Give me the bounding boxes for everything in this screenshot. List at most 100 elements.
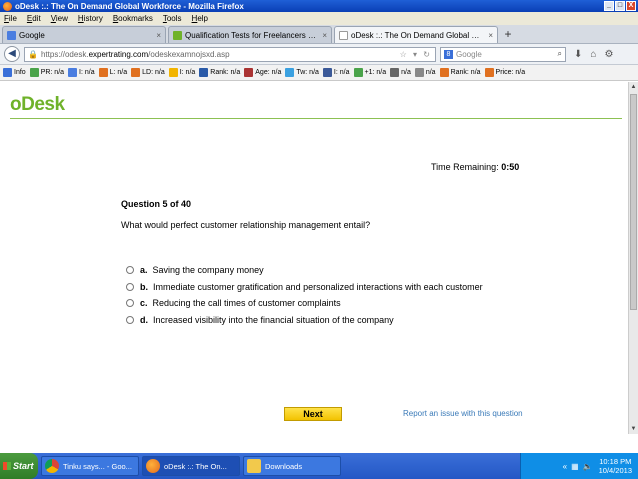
option-text: Reducing the call times of customer comp… xyxy=(152,298,341,309)
windows-taskbar: Start Tinku says... - Goo... oDesk :.: T… xyxy=(0,453,638,479)
google-favicon-icon xyxy=(7,30,16,40)
google-search-icon: 8 xyxy=(444,49,453,59)
tab-close-icon[interactable]: × xyxy=(488,31,493,40)
seo-item[interactable]: +1: n/a xyxy=(353,68,387,77)
tray-expand-icon[interactable]: « xyxy=(563,462,567,471)
new-tab-button[interactable]: + xyxy=(500,27,516,43)
tab-google[interactable]: Google × xyxy=(2,26,166,43)
bookmark-star-icon[interactable]: ☆ ▾ ↻ xyxy=(400,50,432,59)
scrollbar-thumb[interactable] xyxy=(630,94,637,310)
menu-help[interactable]: Help xyxy=(192,14,208,23)
seo-label: Info xyxy=(14,69,26,76)
seo-item[interactable]: Info xyxy=(3,68,26,77)
radio-button[interactable] xyxy=(126,315,134,324)
timer-value: 0:50 xyxy=(501,162,520,172)
firefox-icon xyxy=(3,1,12,11)
next-button[interactable]: Next xyxy=(284,407,342,421)
close-window-button[interactable]: X xyxy=(626,1,636,11)
menu-view[interactable]: View xyxy=(51,14,68,23)
seo-item[interactable]: Price: n/a xyxy=(484,68,525,77)
seo-metric-icon xyxy=(68,68,78,77)
radio-button[interactable] xyxy=(126,299,134,308)
window-titlebar: oDesk :.: The On Demand Global Workforce… xyxy=(0,0,638,12)
menu-file[interactable]: File xyxy=(4,14,17,23)
seo-item[interactable]: n/a xyxy=(390,68,411,77)
task-label: Downloads xyxy=(265,461,303,471)
taskbar-item-chrome[interactable]: Tinku says... - Goo... xyxy=(41,456,139,476)
window-controls: _ □ X xyxy=(604,1,636,11)
menu-bookmarks[interactable]: Bookmarks xyxy=(113,14,153,23)
download-icon[interactable]: ⬇ xyxy=(574,49,582,60)
seo-label: +1: n/a xyxy=(364,69,387,76)
option-text: Increased visibility into the financial … xyxy=(153,314,394,325)
scroll-down-arrow-icon[interactable]: ▼ xyxy=(629,424,638,434)
back-button[interactable]: ◀ xyxy=(4,46,20,62)
tab-label: oDesk :.: The On Demand Global Wor... xyxy=(351,30,486,40)
seo-label: PR: n/a xyxy=(40,69,65,76)
radio-button[interactable] xyxy=(126,266,134,275)
vertical-scrollbar[interactable]: ▲ ▼ xyxy=(628,82,638,434)
seo-label: I: n/a xyxy=(79,69,95,76)
tab-qualification-tests[interactable]: Qualification Tests for Freelancers & Pr… xyxy=(168,26,332,43)
search-icon[interactable]: ⌕ xyxy=(558,49,562,59)
firefox-icon xyxy=(146,459,160,473)
timer-label: Time Remaining: xyxy=(431,162,499,172)
minimize-button[interactable]: _ xyxy=(604,1,614,11)
question-number: Question 5 of 40 xyxy=(121,199,192,209)
menu-history[interactable]: History xyxy=(78,14,103,23)
option-letter: a. xyxy=(140,265,148,276)
scroll-up-arrow-icon[interactable]: ▲ xyxy=(629,82,638,92)
taskbar-item-firefox[interactable]: oDesk :.: The On... xyxy=(142,456,240,476)
seo-label: Rank: n/a xyxy=(450,69,481,76)
menubar: File Edit View History Bookmarks Tools H… xyxy=(0,12,638,25)
seo-label: I: n/a xyxy=(179,69,196,76)
tab-close-icon[interactable]: × xyxy=(156,31,161,40)
seo-item[interactable]: n/a xyxy=(414,68,436,77)
radio-button[interactable] xyxy=(126,282,134,291)
seo-metric-icon xyxy=(98,68,108,77)
home-icon[interactable]: ⌂ xyxy=(590,49,596,60)
seo-item[interactable]: Rank: n/a xyxy=(199,68,240,77)
answer-options: a. Saving the company money b. Immediate… xyxy=(126,262,483,328)
option-c[interactable]: c. Reducing the call times of customer c… xyxy=(126,295,483,312)
seo-item[interactable]: LD: n/a xyxy=(131,68,165,77)
addon-gear-icon[interactable]: ⚙ xyxy=(604,49,613,60)
page-content: oDesk Time Remaining: 0:50 Question 5 of… xyxy=(0,82,628,434)
seo-item[interactable]: L: n/a xyxy=(98,68,127,77)
maximize-button[interactable]: □ xyxy=(615,1,625,11)
seo-item[interactable]: I: n/a xyxy=(168,68,196,77)
report-issue-link[interactable]: Report an issue with this question xyxy=(403,409,523,418)
search-input[interactable]: 8 Google ⌕ xyxy=(440,46,566,62)
volume-icon[interactable]: 🔈 xyxy=(583,462,593,471)
seo-metric-icon xyxy=(439,68,449,77)
seo-label: Tw: n/a xyxy=(296,69,319,76)
clock[interactable]: 10:18 PM 10/4/2013 xyxy=(599,457,632,475)
seo-item[interactable]: Rank: n/a xyxy=(439,68,481,77)
tray-icons: « ▦ 🔈 xyxy=(563,462,593,471)
tab-odesk[interactable]: oDesk :.: The On Demand Global Wor... × xyxy=(334,26,498,43)
seo-item[interactable]: PR: n/a xyxy=(29,68,65,77)
address-bar[interactable]: 🔒 https://odesk. expertrating.com/odeskex… xyxy=(24,46,436,62)
logo-divider xyxy=(10,118,622,119)
question-text: What would perfect customer relationship… xyxy=(121,220,371,230)
seo-metric-icon xyxy=(322,68,332,77)
tab-close-icon[interactable]: × xyxy=(322,31,327,40)
start-button[interactable]: Start xyxy=(0,453,38,479)
option-letter: c. xyxy=(140,298,148,309)
seo-item[interactable]: Tw: n/a xyxy=(285,68,319,77)
option-letter: b. xyxy=(140,281,148,292)
option-a[interactable]: a. Saving the company money xyxy=(126,262,483,279)
menu-edit[interactable]: Edit xyxy=(27,14,41,23)
window-title: oDesk :.: The On Demand Global Workforce… xyxy=(15,1,244,11)
toolbar-icons: ⬇ ⌂ ⚙ xyxy=(574,49,613,60)
option-text: Immediate customer gratification and per… xyxy=(153,281,483,292)
option-b[interactable]: b. Immediate customer gratification and … xyxy=(126,279,483,296)
tab-bar: Google × Qualification Tests for Freelan… xyxy=(0,25,638,44)
seo-item[interactable]: I: n/a xyxy=(68,68,95,77)
taskbar-item-downloads[interactable]: Downloads xyxy=(243,456,341,476)
seo-item[interactable]: I: n/a xyxy=(322,68,350,77)
menu-tools[interactable]: Tools xyxy=(163,14,182,23)
option-d[interactable]: d. Increased visibility into the financi… xyxy=(126,312,483,329)
seo-item[interactable]: Age: n/a xyxy=(244,68,281,77)
network-icon[interactable]: ▦ xyxy=(571,462,579,471)
